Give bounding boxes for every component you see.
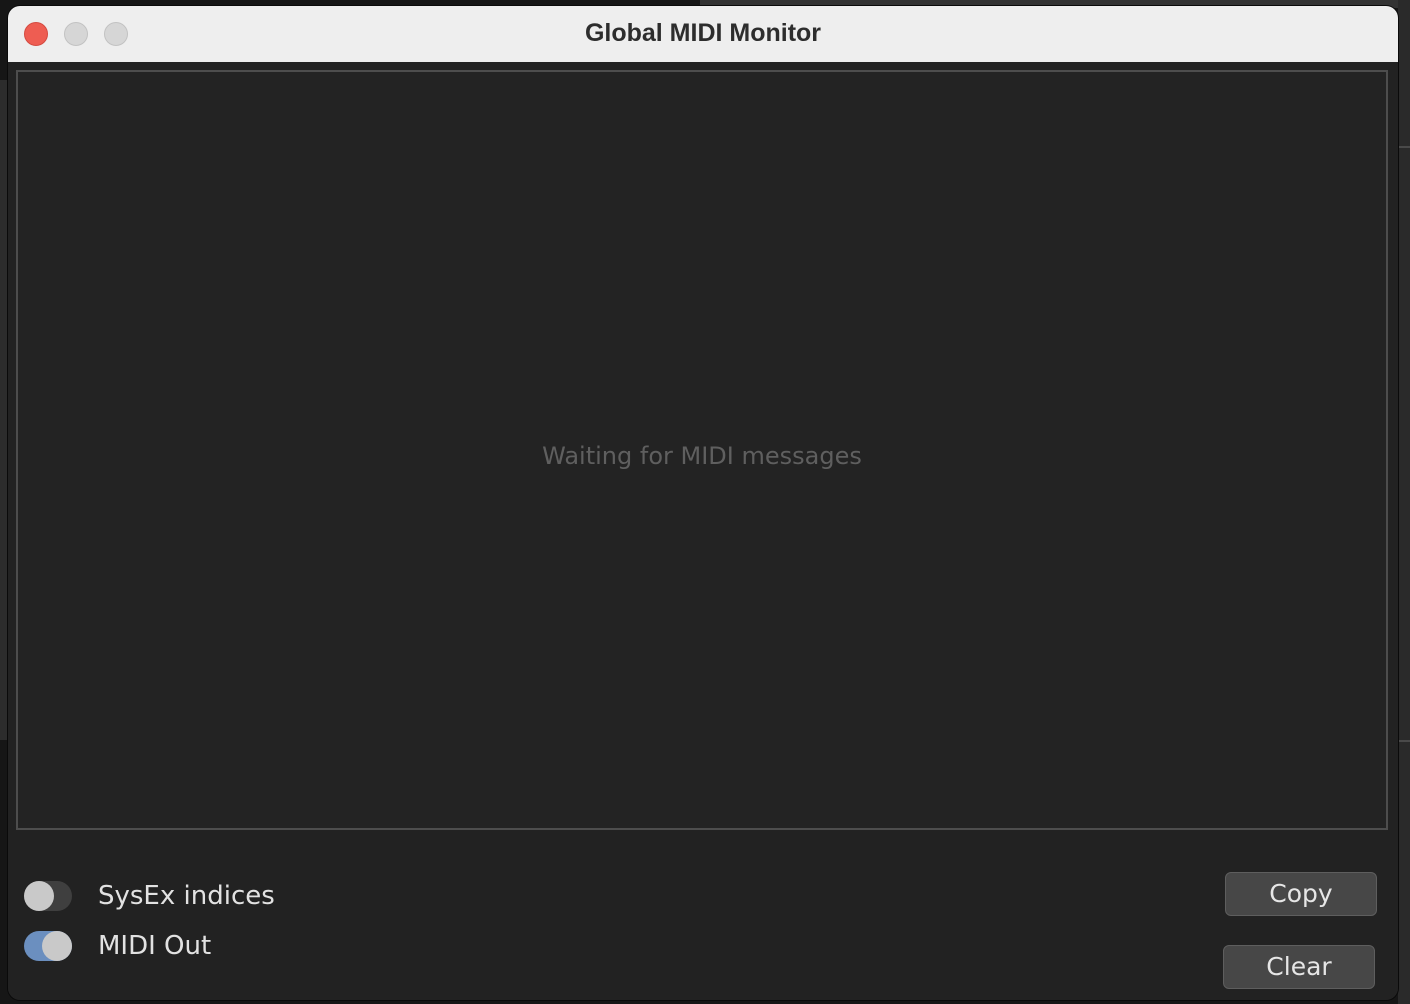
- background-panel-edge: [0, 80, 8, 740]
- copy-button[interactable]: Copy: [1225, 872, 1377, 916]
- background-divider: [1398, 740, 1410, 742]
- midi-monitor-window: Global MIDI Monitor Waiting for MIDI mes…: [8, 6, 1398, 1000]
- background-divider: [1398, 146, 1410, 148]
- toggle-knob: [42, 931, 72, 961]
- window-title: Global MIDI Monitor: [584, 19, 822, 47]
- sysex-indices-toggle[interactable]: [24, 881, 72, 911]
- sysex-indices-option: SysEx indices: [24, 879, 275, 913]
- midi-out-option: MIDI Out: [24, 929, 211, 963]
- empty-state-message: Waiting for MIDI messages: [542, 442, 862, 470]
- sysex-indices-label: SysEx indices: [98, 881, 275, 911]
- clear-button[interactable]: Clear: [1223, 945, 1375, 989]
- toggle-knob: [24, 881, 54, 911]
- midi-out-toggle[interactable]: [24, 931, 72, 961]
- midi-out-label: MIDI Out: [98, 931, 212, 961]
- midi-message-log[interactable]: Waiting for MIDI messages: [16, 70, 1388, 830]
- window-content: Waiting for MIDI messages SysEx indices …: [8, 62, 1398, 1000]
- title-bar[interactable]: Global MIDI Monitor: [8, 6, 1398, 63]
- background-side-strip: [1398, 0, 1410, 1004]
